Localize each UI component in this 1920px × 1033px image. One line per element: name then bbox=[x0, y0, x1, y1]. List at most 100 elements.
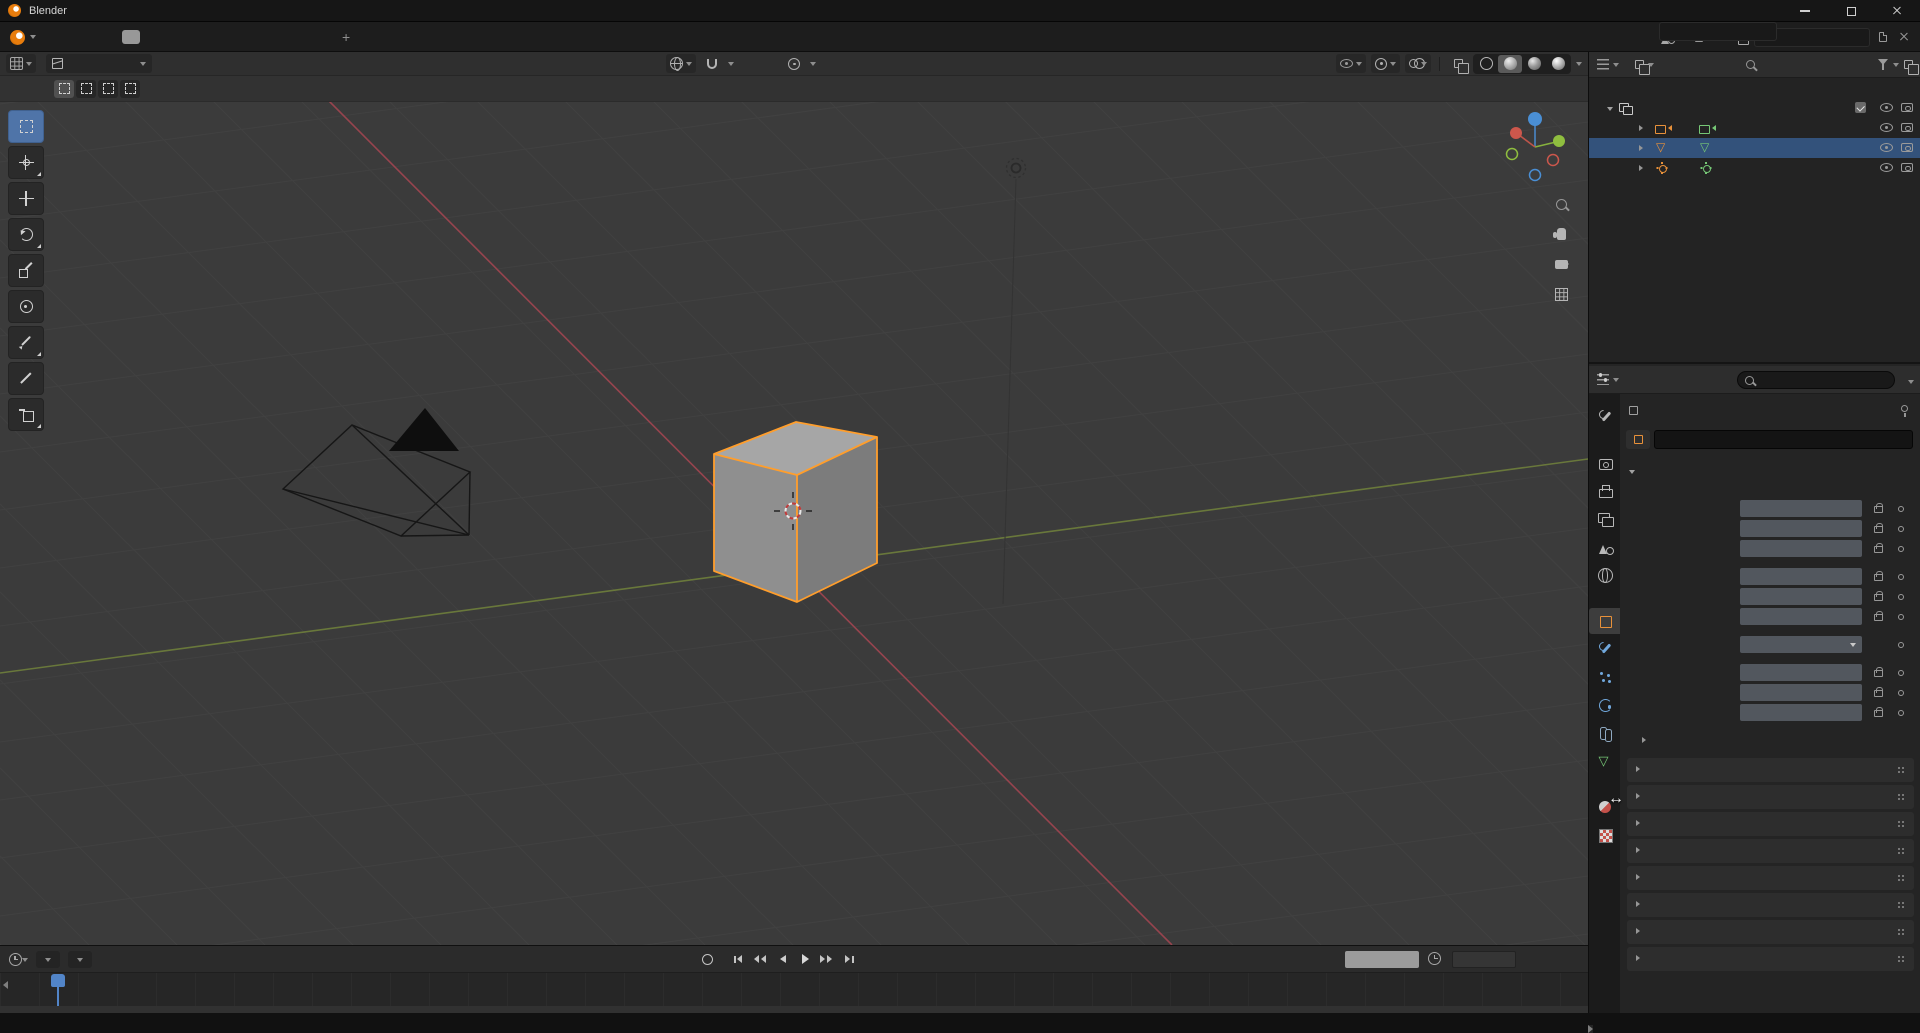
disable-in-renders-camera-icon[interactable] bbox=[1901, 123, 1913, 132]
filter-options-icon[interactable] bbox=[1904, 60, 1919, 75]
timeline-scrollbar[interactable] bbox=[0, 1006, 1588, 1013]
pin-id-icon[interactable] bbox=[1901, 405, 1908, 417]
animate-dot-icon[interactable] bbox=[1898, 690, 1904, 696]
value-field[interactable] bbox=[1740, 588, 1862, 605]
pan-button[interactable] bbox=[1549, 223, 1573, 245]
lock-icon[interactable] bbox=[1874, 570, 1883, 581]
outliner-row-camera[interactable] bbox=[1589, 118, 1920, 138]
transport-next-keyframe[interactable] bbox=[818, 951, 836, 967]
lock-icon[interactable] bbox=[1874, 522, 1883, 533]
viewport-3d[interactable] bbox=[0, 52, 1588, 945]
collapsed-panel[interactable] bbox=[1627, 785, 1914, 809]
tool-measure[interactable] bbox=[8, 362, 44, 395]
filter-icon[interactable] bbox=[1878, 59, 1888, 70]
drag-grip-icon[interactable] bbox=[1897, 955, 1905, 963]
value-field[interactable] bbox=[1740, 540, 1862, 557]
light-object[interactable] bbox=[1005, 157, 1027, 179]
drag-grip-icon[interactable] bbox=[1897, 766, 1905, 774]
cube-object[interactable] bbox=[713, 421, 878, 603]
navigation-gizmo[interactable] bbox=[1489, 101, 1581, 193]
tab-world[interactable] bbox=[1589, 562, 1620, 588]
tab-render[interactable] bbox=[1589, 450, 1620, 476]
value-field[interactable] bbox=[1740, 684, 1862, 701]
maximize-button[interactable] bbox=[1828, 0, 1874, 22]
value-field[interactable] bbox=[1740, 704, 1862, 721]
tab-tool[interactable] bbox=[1589, 404, 1620, 430]
display-mode-icon[interactable] bbox=[1635, 60, 1650, 75]
hide-in-viewport-eye-icon[interactable] bbox=[1880, 163, 1893, 172]
drag-grip-icon[interactable] bbox=[1897, 874, 1905, 882]
transform-panel-header[interactable] bbox=[1629, 464, 1635, 482]
collection-checkbox-icon[interactable] bbox=[1855, 102, 1866, 113]
animate-dot-icon[interactable] bbox=[1898, 710, 1904, 716]
tab-scene[interactable] bbox=[1589, 534, 1620, 560]
tab-object-data[interactable] bbox=[1589, 748, 1620, 774]
toggle-xray-button[interactable] bbox=[1448, 54, 1469, 74]
add-workspace-button[interactable]: + bbox=[342, 28, 350, 46]
animate-dot-icon[interactable] bbox=[1898, 670, 1904, 676]
shading-material-button[interactable] bbox=[1522, 55, 1546, 73]
timeline-keying-menu[interactable] bbox=[68, 951, 92, 968]
hide-in-viewport-eye-icon[interactable] bbox=[1880, 123, 1893, 132]
drag-grip-icon[interactable] bbox=[1897, 901, 1905, 909]
properties-search-field[interactable] bbox=[1737, 371, 1895, 389]
collapsed-panel[interactable] bbox=[1627, 920, 1914, 944]
animate-dot-icon[interactable] bbox=[1898, 526, 1904, 532]
object-mode-dropdown[interactable] bbox=[46, 54, 152, 73]
auto-keying-clock-icon[interactable] bbox=[1428, 952, 1441, 965]
remove-view-layer-icon[interactable] bbox=[1896, 29, 1912, 45]
animate-dot-icon[interactable] bbox=[1898, 642, 1904, 648]
hide-in-viewport-eye-icon[interactable] bbox=[1880, 103, 1893, 112]
viewport-scene[interactable] bbox=[0, 52, 1588, 945]
tab-constraints[interactable] bbox=[1589, 720, 1620, 746]
select-mode-button-3[interactable] bbox=[120, 79, 140, 98]
drag-grip-icon[interactable] bbox=[1897, 928, 1905, 936]
transport-auto-key-record[interactable] bbox=[698, 951, 716, 967]
editor-type-button[interactable] bbox=[6, 54, 36, 73]
tool-annotate[interactable] bbox=[8, 326, 44, 359]
tab-texture[interactable] bbox=[1589, 822, 1620, 848]
close-button[interactable] bbox=[1874, 0, 1920, 22]
collapse-arrow-right-icon[interactable] bbox=[1588, 1025, 1593, 1033]
disclosure-right-icon[interactable] bbox=[1639, 125, 1646, 131]
value-field[interactable] bbox=[1740, 608, 1862, 625]
tool-cursor[interactable] bbox=[8, 146, 44, 179]
proportional-editing-button[interactable] bbox=[784, 54, 804, 73]
show-hide-dropdown[interactable] bbox=[1336, 54, 1366, 73]
object-name-field[interactable] bbox=[1654, 430, 1913, 449]
zoom-button[interactable] bbox=[1549, 193, 1573, 215]
browse-object-button[interactable] bbox=[1626, 430, 1650, 449]
delta-transform-subpanel[interactable] bbox=[1642, 730, 1649, 748]
blender-menu-chevron-icon[interactable] bbox=[30, 35, 36, 42]
disclosure-right-icon[interactable] bbox=[1639, 145, 1646, 151]
timeline-strip[interactable] bbox=[0, 973, 1593, 1033]
drag-grip-icon[interactable] bbox=[1897, 793, 1905, 801]
tool-scale[interactable] bbox=[8, 254, 44, 287]
chevron-down-icon[interactable] bbox=[1613, 378, 1619, 385]
animate-dot-icon[interactable] bbox=[1898, 546, 1904, 552]
animate-dot-icon[interactable] bbox=[1898, 574, 1904, 580]
workspace-tab[interactable] bbox=[122, 30, 140, 44]
chevron-down-icon[interactable] bbox=[1893, 63, 1899, 70]
search-icon[interactable] bbox=[1746, 60, 1755, 69]
tool-rotate[interactable] bbox=[8, 218, 44, 251]
lock-icon[interactable] bbox=[1874, 686, 1883, 697]
proportional-options-chevron-icon[interactable] bbox=[810, 62, 816, 69]
scene-name-field[interactable] bbox=[1659, 22, 1777, 41]
current-frame-field[interactable] bbox=[1345, 951, 1419, 968]
outliner-editor-icon[interactable] bbox=[1597, 59, 1609, 70]
lock-icon[interactable] bbox=[1874, 542, 1883, 553]
outliner-row-light[interactable] bbox=[1589, 158, 1920, 178]
tab-view-layer[interactable] bbox=[1589, 506, 1620, 532]
gizmos-dropdown[interactable] bbox=[1371, 54, 1400, 73]
tab-modifiers[interactable] bbox=[1589, 636, 1620, 662]
disable-in-renders-camera-icon[interactable] bbox=[1901, 163, 1913, 172]
lock-icon[interactable] bbox=[1874, 610, 1883, 621]
hide-in-viewport-eye-icon[interactable] bbox=[1880, 143, 1893, 152]
shading-solid-button[interactable] bbox=[1498, 54, 1522, 73]
collapse-arrow-left-icon[interactable] bbox=[3, 981, 8, 989]
outliner-row-cube[interactable] bbox=[1589, 138, 1920, 158]
chevron-down-icon[interactable] bbox=[1613, 63, 1619, 70]
blender-menu-logo-icon[interactable] bbox=[10, 30, 25, 45]
lock-icon[interactable] bbox=[1874, 666, 1883, 677]
